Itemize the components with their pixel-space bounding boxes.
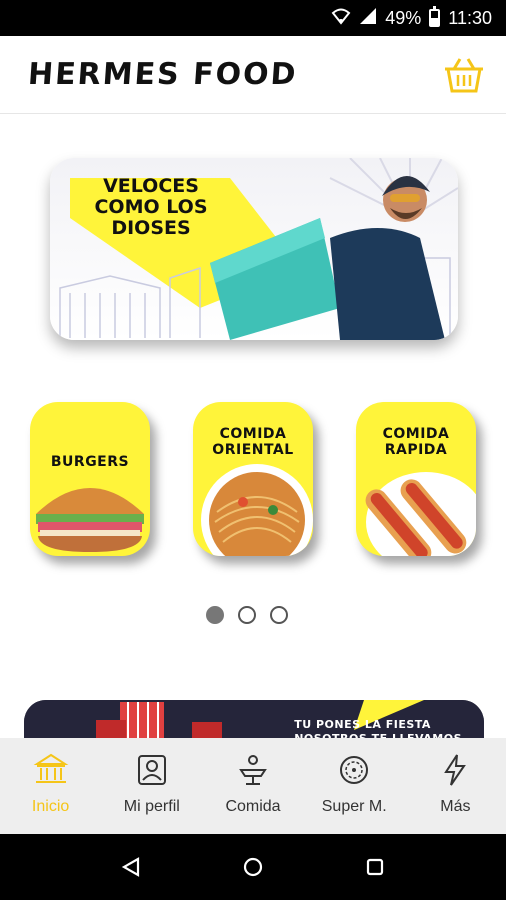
basket-icon[interactable] (442, 55, 486, 95)
clock: 11:30 (448, 7, 492, 28)
nav-item-comida[interactable]: Comida (202, 738, 303, 834)
hero-slogan: VELOCES COMO LOS DIOSES (76, 176, 226, 239)
burger-image (36, 488, 144, 552)
category-oriental[interactable]: COMIDA ORIENTAL (193, 402, 313, 556)
hero-slogan-line3: DIOSES (111, 217, 191, 239)
carousel-dot[interactable] (206, 606, 224, 624)
nav-item-super-m[interactable]: Super M. (304, 738, 405, 834)
nav-label: Comida (225, 798, 281, 815)
system-navigation-bar (0, 834, 506, 900)
hero-banner[interactable]: VELOCES COMO LOS DIOSES (50, 158, 458, 340)
nav-item-mas[interactable]: Más (405, 738, 506, 834)
nav-label: Mi perfil (123, 798, 180, 815)
promo-text-line1: TU PONES LA FIESTA (294, 718, 431, 731)
nav-label: Inicio (31, 798, 70, 815)
temple-icon (33, 753, 68, 783)
hero-slogan-line2: COMO LOS (94, 196, 208, 218)
market-icon (340, 756, 369, 784)
profile-icon (137, 755, 166, 785)
carousel-dot[interactable] (270, 606, 288, 624)
carousel-dot[interactable] (238, 606, 256, 624)
battery-percent: 49% (385, 7, 422, 28)
back-icon[interactable] (120, 856, 142, 878)
status-bar: 49% 11:30 (0, 0, 506, 36)
brand-logo: HERMES FOOD (26, 57, 299, 92)
nav-label: Más (440, 798, 471, 815)
signal-icon (359, 7, 377, 30)
noodles-image (201, 464, 313, 556)
category-fast-food[interactable]: COMIDA RAPIDA (356, 402, 476, 556)
lightning-icon (444, 754, 467, 786)
nav-item-mi-perfil[interactable]: Mi perfil (101, 738, 202, 834)
battery-icon (429, 6, 441, 27)
home-icon[interactable] (242, 856, 264, 878)
bottom-navigation: Inicio Mi perfil Comida Super M. Más (0, 738, 506, 834)
app-header: HERMES FOOD (0, 36, 506, 114)
nav-item-inicio[interactable]: Inicio (0, 738, 101, 834)
wifi-icon (331, 7, 351, 30)
category-burgers[interactable]: BURGERS (30, 402, 150, 556)
recents-icon[interactable] (364, 856, 386, 878)
dish-icon (239, 755, 267, 785)
hero-slogan-line1: VELOCES (103, 175, 199, 197)
carousel-indicator (206, 606, 288, 624)
nav-label: Super M. (321, 798, 387, 815)
hotdog-image (365, 472, 476, 556)
